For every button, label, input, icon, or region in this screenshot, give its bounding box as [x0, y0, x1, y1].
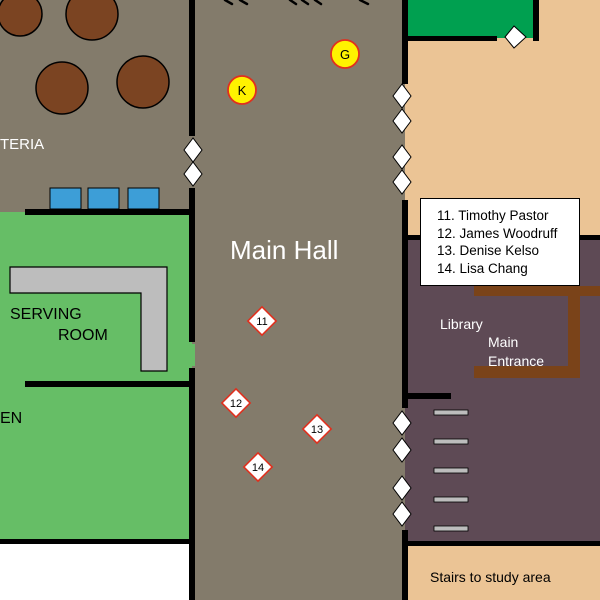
bottom-left-white — [0, 542, 192, 600]
chair-icon — [87, 187, 120, 210]
legend-item: 12. James Woodruff — [437, 225, 558, 241]
legend-item: 11. Timothy Pastor — [437, 208, 549, 223]
marker-g-label: G — [340, 47, 350, 62]
serving-room-label-line1: SERVING — [10, 306, 82, 323]
marker-12-label: 12 — [230, 398, 242, 410]
marker-11-label: 11 — [256, 316, 267, 328]
cafeteria-label: TERIA — [0, 136, 44, 153]
stairs-label: Stairs to study area — [430, 569, 551, 585]
main-entrance-label-line1: Main — [488, 334, 518, 350]
marker-g[interactable]: G — [330, 39, 360, 69]
main-hall-floor — [192, 0, 405, 600]
chair-icon — [49, 187, 82, 210]
table-icon — [35, 61, 89, 115]
marker-k[interactable]: K — [227, 75, 257, 105]
main-hall-label: Main Hall — [230, 235, 338, 265]
kitchen-floor — [0, 384, 192, 542]
table-icon — [116, 55, 170, 109]
marker-13-label: 13 — [311, 424, 323, 436]
main-entrance-label-line2: Entrance — [488, 353, 544, 369]
school-floor-map: TERIA SERVING ROOM EN Main Hall Library … — [0, 0, 600, 600]
serving-room-label-line2: ROOM — [58, 327, 108, 344]
legend: 11. Timothy Pastor 12. James Woodruff 13… — [420, 198, 580, 286]
chair-icon — [127, 187, 160, 210]
marker-k-label: K — [238, 83, 247, 98]
legend-item: 14. Lisa Chang — [437, 260, 528, 276]
serving-room-doorway — [189, 344, 195, 366]
legend-item: 13. Denise Kelso — [437, 243, 540, 258]
marker-14-label: 14 — [252, 462, 264, 474]
library-label: Library — [440, 316, 483, 332]
kitchen-label: EN — [0, 410, 22, 427]
